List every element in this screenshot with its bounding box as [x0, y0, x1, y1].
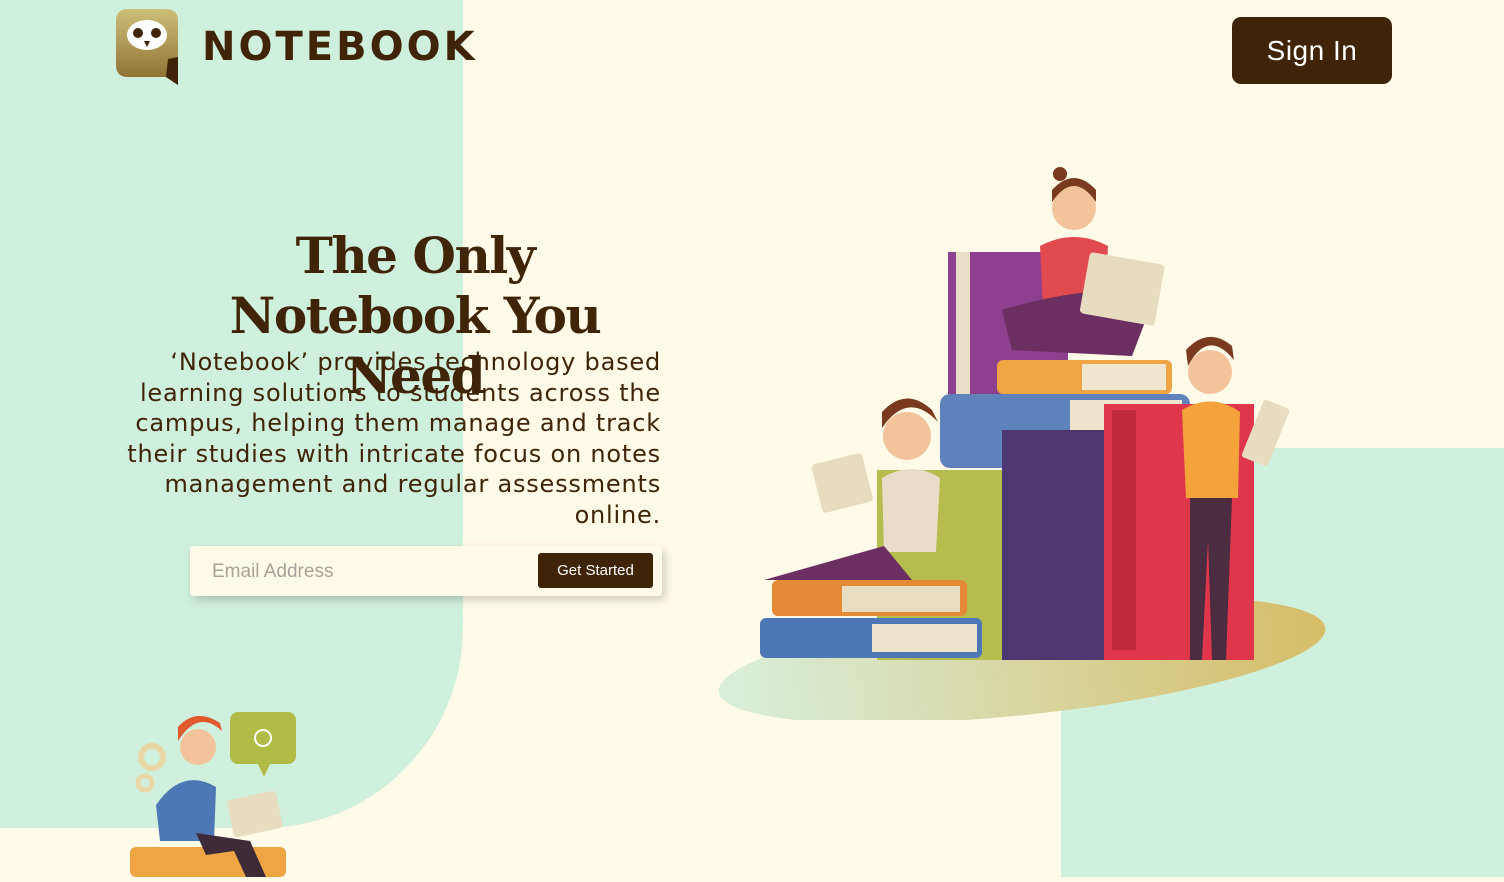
- sign-in-button[interactable]: Sign In: [1232, 17, 1392, 84]
- brand-name: NOTEBOOK: [202, 24, 478, 70]
- get-started-button[interactable]: Get Started: [538, 553, 653, 588]
- hero-description: ‘Notebook’ provides technology based lea…: [127, 348, 661, 529]
- owl-icon: [116, 9, 178, 85]
- student-with-idea-illustration: [100, 705, 320, 877]
- students-reading-on-books-illustration: [712, 160, 1327, 724]
- brand-logo[interactable]: NOTEBOOK: [116, 9, 478, 85]
- email-input[interactable]: [210, 554, 514, 590]
- email-signup-form: Get Started: [190, 546, 662, 596]
